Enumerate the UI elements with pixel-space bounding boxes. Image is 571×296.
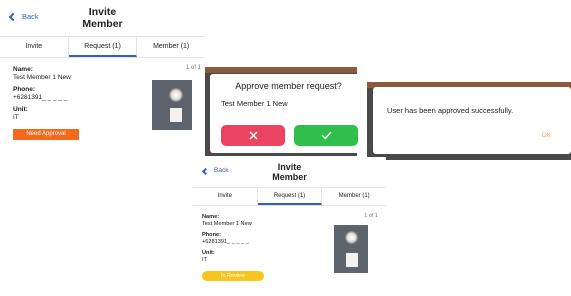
check-icon: [321, 131, 331, 140]
in-review-badge: In Review: [202, 271, 264, 281]
tab-bar: Invite Request (1) Member (1): [0, 36, 205, 58]
member-photo: [152, 80, 192, 130]
dialog-title: Approve member request?: [235, 81, 342, 91]
photo-paper: [170, 108, 182, 122]
name-label: Name:: [202, 214, 220, 220]
approve-dialog: Approve member request? Test Member 1 Ne…: [210, 74, 367, 153]
chevron-left-icon: [8, 12, 18, 22]
tab-member[interactable]: Member (1): [322, 188, 386, 205]
name-label: Name:: [13, 66, 33, 73]
back-label: Back: [214, 167, 229, 174]
tab-request[interactable]: Request (1): [257, 188, 323, 205]
invite-member-screen-before: Back Invite Member Invite Request (1) Me…: [0, 0, 205, 162]
reject-button[interactable]: [221, 125, 285, 146]
request-card: 1 of 1 Name: Test Member 1 New Phone: +6…: [0, 58, 205, 162]
header: Back Invite Member: [0, 0, 205, 36]
pager: 1 of 1: [364, 213, 378, 219]
back-button[interactable]: Back: [8, 11, 39, 23]
approve-button[interactable]: [294, 125, 358, 146]
photo-paper: [346, 253, 358, 267]
close-icon: [249, 131, 257, 140]
tab-bar: Invite Request (1) Member (1): [193, 187, 386, 206]
tab-invite[interactable]: Invite: [0, 37, 69, 57]
ok-button[interactable]: OK: [542, 132, 551, 139]
need-approval-button[interactable]: Need Approval: [13, 129, 79, 140]
success-dialog: User has been approved successfully. OK: [373, 87, 571, 154]
success-message: User has been approved successfully.: [387, 106, 514, 115]
member-photo: [334, 225, 368, 273]
tab-invite[interactable]: Invite: [193, 188, 258, 205]
pager: 1 of 1: [185, 65, 201, 71]
photo-light: [345, 231, 358, 244]
header: Back Invite Member: [193, 157, 386, 187]
invite-member-screen-after: Back Invite Member Invite Request (1) Me…: [193, 157, 386, 296]
dialog-buttons: [221, 125, 358, 146]
chevron-left-icon: [201, 167, 210, 175]
back-label: Back: [22, 12, 39, 21]
photo-light: [169, 88, 183, 102]
tab-request[interactable]: Request (1): [68, 37, 138, 57]
dialog-member-name: Test Member 1 New: [221, 99, 288, 108]
request-card: 1 of 1 Name: Test Member 1 New Phone: +6…: [193, 206, 386, 296]
tab-member[interactable]: Member (1): [137, 37, 205, 57]
back-button[interactable]: Back: [201, 166, 229, 176]
